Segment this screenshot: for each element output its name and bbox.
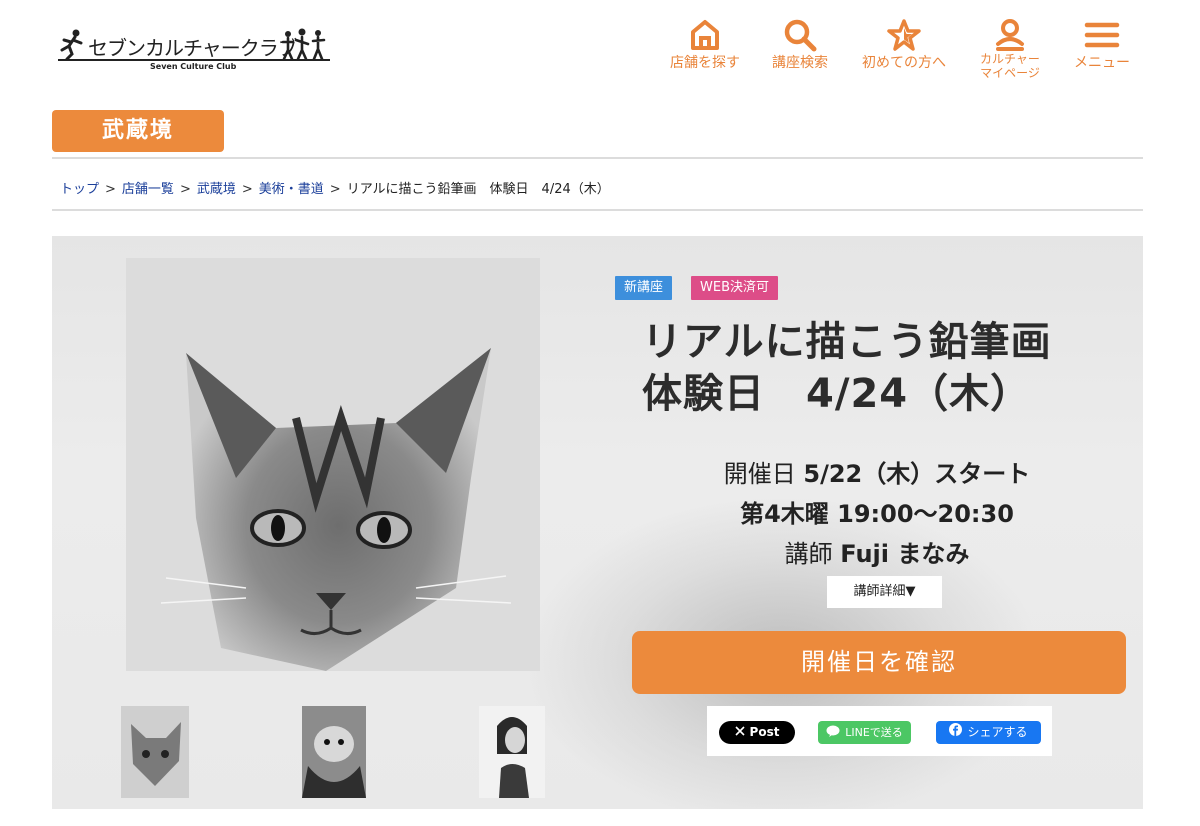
divider [52, 209, 1143, 211]
nav-label: 講座検索 [772, 55, 828, 71]
thumbnail-cat[interactable] [121, 706, 189, 798]
start-date: 開催日 5/22（木）スタート [632, 454, 1122, 494]
instructor-name: Fuji まなみ [840, 540, 970, 568]
schedule-value: 第4木曜 19:00〜20:30 [740, 500, 1014, 528]
user-icon [996, 19, 1024, 51]
family-figures-icon [281, 28, 326, 60]
breadcrumb-separator: > [329, 182, 341, 197]
star-icon [887, 19, 921, 51]
nav-find-store[interactable]: 店舗を探す [664, 18, 746, 71]
instructor: 講師 Fuji まなみ [632, 534, 1122, 574]
cat-drawing-image [126, 258, 540, 671]
share-facebook-label: シェアする [967, 725, 1028, 739]
nav-mypage[interactable]: カルチャー マイページ [970, 18, 1050, 80]
runner-figure-icon [60, 29, 83, 60]
nav-label-line1: カルチャー [980, 52, 1040, 66]
start-date-label: 開催日 [723, 460, 796, 488]
share-line-button[interactable]: LINEで送る [818, 721, 911, 744]
logo-underline [58, 59, 330, 61]
store-badge: 武蔵境 [52, 110, 224, 152]
nav-label: 初めての方へ [862, 55, 946, 71]
cat-thumbnail-image [121, 706, 189, 798]
instructor-label: 講師 [784, 540, 833, 568]
breadcrumb-store[interactable]: 武蔵境 [197, 182, 236, 197]
course-title-line1: リアルに描こう鉛筆画 [642, 319, 1052, 365]
breadcrumb-current: リアルに描こう鉛筆画 体験日 4/24（木） [346, 182, 610, 197]
course-info: 開催日 5/22（木）スタート 第4木曜 19:00〜20:30 講師 Fuji… [632, 454, 1122, 574]
course-hero: 新講座 WEB決済可 リアルに描こう鉛筆画 体験日 4/24（木） 開催日 5/… [52, 236, 1143, 809]
facebook-logo-icon [949, 721, 963, 744]
tag-web-payment: WEB決済可 [691, 276, 778, 300]
thumbnail-dog[interactable] [302, 706, 366, 798]
breadcrumb-separator: > [105, 182, 116, 197]
logo-text: セブンカルチャークラブ [88, 36, 298, 60]
share-bar: Post LINEで送る シェアする [707, 706, 1052, 756]
tag-new-course: 新講座 [615, 276, 673, 300]
breadcrumb-separator: > [241, 182, 253, 197]
divider [52, 157, 1143, 159]
nav-label: 店舗を探す [670, 55, 740, 71]
nav-first-time[interactable]: 初めての方へ [854, 18, 954, 71]
nav-label-line2: マイページ [980, 66, 1040, 80]
home-icon [691, 20, 719, 50]
share-facebook-button[interactable]: シェアする [936, 721, 1041, 744]
thumbnail-portrait[interactable] [479, 706, 545, 798]
menu-icon [1084, 22, 1120, 48]
nav-menu[interactable]: メニュー [1066, 18, 1138, 71]
course-title-line2: 体験日 4/24（木） [642, 371, 1032, 417]
line-logo-icon [826, 722, 840, 745]
header-nav: 店舗を探す 講座検索 初めての方へ カルチャー マイページ メニュー [660, 18, 1140, 88]
main-course-image [126, 258, 540, 671]
share-x-label: Post [749, 725, 780, 739]
search-icon [784, 19, 817, 52]
schedule: 第4木曜 19:00〜20:30 [632, 494, 1122, 534]
instructor-detail-button[interactable]: 講師詳細▼ [827, 576, 942, 608]
course-title: リアルに描こう鉛筆画 体験日 4/24（木） [642, 316, 1132, 420]
start-date-value: 5/22（木）スタート [803, 460, 1031, 488]
nav-label: メニュー [1074, 55, 1130, 71]
breadcrumb-category[interactable]: 美術・書道 [259, 182, 324, 197]
portrait-thumbnail-image [479, 706, 545, 798]
share-line-label: LINEで送る [845, 726, 903, 739]
breadcrumb: トップ > 店舗一覧 > 武蔵境 > 美術・書道 > リアルに描こう鉛筆画 体験日 4/24（木… [60, 178, 610, 197]
x-logo-icon [734, 721, 745, 744]
site-logo[interactable]: セブンカルチャークラブ Seven Culture Club [58, 26, 333, 72]
check-dates-button[interactable]: 開催日を確認 [632, 631, 1126, 694]
breadcrumb-store-list[interactable]: 店舗一覧 [122, 182, 174, 197]
nav-course-search[interactable]: 講座検索 [765, 18, 835, 71]
breadcrumb-top[interactable]: トップ [60, 182, 99, 197]
logo-subtitle: Seven Culture Club [150, 62, 237, 71]
dog-thumbnail-image [302, 706, 366, 798]
share-x-button[interactable]: Post [719, 721, 795, 744]
breadcrumb-separator: > [179, 182, 191, 197]
